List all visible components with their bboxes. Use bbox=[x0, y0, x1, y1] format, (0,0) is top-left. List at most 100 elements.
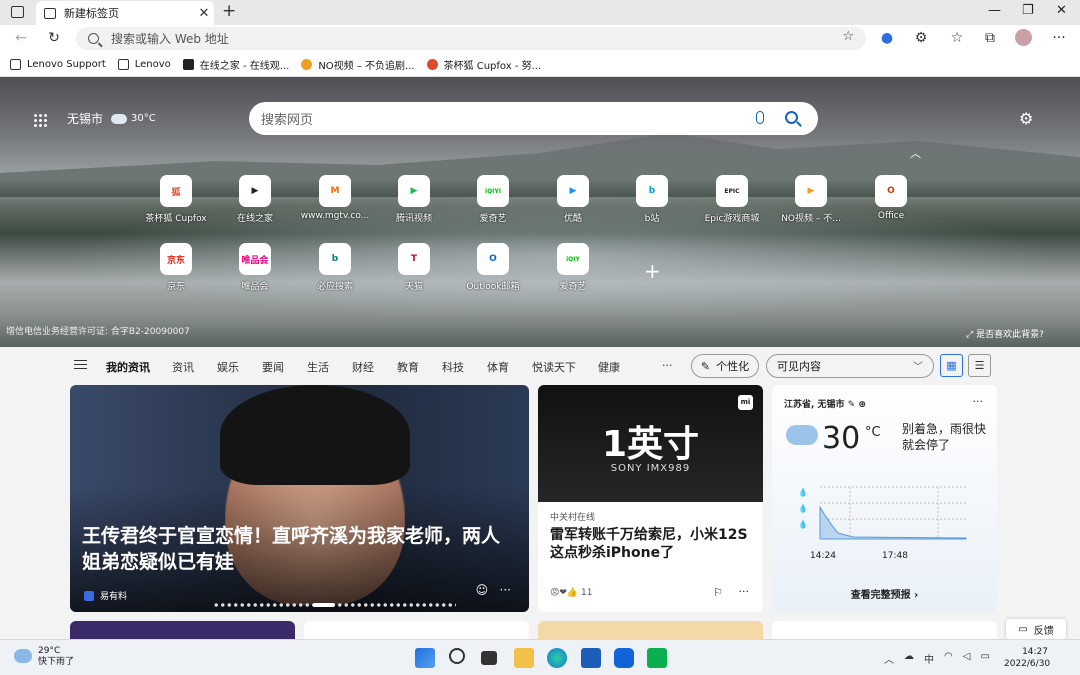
add-favorite-icon[interactable]: ☆ bbox=[842, 29, 854, 44]
news-card-peek[interactable] bbox=[70, 621, 295, 639]
extensions-icon[interactable]: ⚙ bbox=[912, 29, 930, 47]
close-window-button[interactable]: ✕ bbox=[1056, 3, 1067, 18]
weather-location[interactable]: 江苏省, 无锡市 ✎ ⊕ bbox=[784, 397, 866, 410]
new-tab-button[interactable]: + bbox=[222, 1, 236, 21]
refresh-button[interactable]: ↻ bbox=[45, 29, 63, 47]
collapse-chevron-icon[interactable]: ︿ bbox=[910, 145, 921, 161]
favorite-novideo[interactable]: NO视频 – 不负追剧... bbox=[301, 57, 415, 72]
more-categories-button[interactable]: ··· bbox=[662, 359, 673, 372]
tab-my-feed[interactable]: 我的资讯 bbox=[106, 359, 150, 375]
card-more-button[interactable]: ··· bbox=[973, 395, 984, 408]
weather-widget[interactable]: 无锡市 30°C bbox=[67, 110, 156, 127]
back-button[interactable]: ← bbox=[12, 29, 30, 47]
web-search-box[interactable]: 搜索网页 bbox=[249, 102, 818, 135]
personalize-button[interactable]: ✎ 个性化 bbox=[691, 354, 759, 378]
card-more-button[interactable]: ☺ ··· bbox=[476, 583, 511, 597]
quick-link-tile[interactable]: 唯品会 唯品会 bbox=[215, 243, 295, 292]
tab-tech[interactable]: 科技 bbox=[442, 359, 464, 375]
file-explorer-icon[interactable] bbox=[514, 648, 534, 668]
tab-education[interactable]: 教育 bbox=[397, 359, 419, 375]
favorite-lenovo[interactable]: Lenovo bbox=[117, 58, 171, 70]
card-more-button[interactable]: ··· bbox=[739, 585, 750, 598]
tab-life[interactable]: 生活 bbox=[307, 359, 329, 375]
tab-health[interactable]: 健康 bbox=[598, 359, 620, 375]
quick-link-tile[interactable]: iQIYI 爱奇艺 bbox=[453, 175, 533, 224]
ime-indicator[interactable]: 中 bbox=[924, 651, 934, 666]
volume-icon[interactable]: ◁ bbox=[963, 651, 971, 666]
news-card-featured[interactable]: 王传君终于官宣恋情！直呼齐溪为我家老师，两人姐弟恋疑似已有娃 易有料 ☺ ··· bbox=[70, 385, 529, 612]
tab-entertainment[interactable]: 娱乐 bbox=[217, 359, 239, 375]
visible-content-dropdown[interactable]: 可见内容 ﹀ bbox=[766, 354, 934, 378]
add-quick-link-button[interactable]: + bbox=[644, 259, 661, 283]
favorite-lenovo-support[interactable]: Lenovo Support bbox=[10, 58, 106, 70]
quick-link-tile[interactable]: ▶ 优酷 bbox=[533, 175, 613, 224]
grid-view-button[interactable]: ▦ bbox=[940, 354, 963, 377]
carousel-indicator[interactable] bbox=[213, 603, 456, 607]
settings-more-button[interactable]: ··· bbox=[1050, 29, 1068, 47]
feedback-button[interactable]: ▭ 反馈 bbox=[1006, 619, 1066, 639]
task-view-icon[interactable] bbox=[481, 651, 497, 665]
quick-link-tile[interactable]: 京东 京东 bbox=[136, 243, 216, 292]
quick-link-tile[interactable]: O Office bbox=[851, 175, 931, 221]
tab-close-button[interactable]: ✕ bbox=[194, 6, 214, 21]
quick-link-tile[interactable]: iQIY 爱奇艺 bbox=[533, 243, 613, 292]
address-bar[interactable]: 搜索或输入 Web 地址 ☆ bbox=[76, 27, 866, 50]
minimize-button[interactable]: — bbox=[988, 3, 1001, 18]
extension-icon[interactable]: ● bbox=[878, 29, 896, 47]
search-icon[interactable] bbox=[449, 648, 465, 664]
tab-finance[interactable]: 财经 bbox=[352, 359, 374, 375]
favorite-zaixian[interactable]: 在线之家 - 在线观... bbox=[182, 57, 289, 72]
tab-reading[interactable]: 悦读天下 bbox=[532, 359, 576, 375]
battery-icon[interactable]: ▭ bbox=[980, 651, 989, 666]
favorite-cupfox[interactable]: 茶杯狐 Cupfox - 努... bbox=[426, 57, 541, 72]
quick-link-tile[interactable]: O Outlook邮箱 bbox=[453, 243, 533, 292]
tab-headlines[interactable]: 要闻 bbox=[262, 359, 284, 375]
tab-news[interactable]: 资讯 bbox=[172, 359, 194, 375]
store-icon[interactable] bbox=[581, 648, 601, 668]
menu-icon[interactable] bbox=[74, 360, 87, 369]
collections-icon[interactable]: ⧉ bbox=[981, 29, 999, 47]
quick-link-tile[interactable]: EPIC Epic游戏商城 bbox=[692, 175, 772, 224]
edit-icon[interactable]: ✎ bbox=[848, 400, 856, 410]
quick-link-tile[interactable]: b b站 bbox=[612, 175, 692, 224]
cloud-icon[interactable]: ☁ bbox=[904, 651, 914, 666]
tab-actions-icon[interactable] bbox=[11, 6, 24, 18]
taskbar-weather[interactable]: 29°C 快下雨了 bbox=[14, 646, 74, 668]
bookmark-icon[interactable]: ⚐ bbox=[713, 586, 723, 599]
search-icon[interactable] bbox=[785, 111, 798, 124]
gear-icon[interactable]: ⚙ bbox=[1019, 109, 1033, 128]
quick-link-tile[interactable]: Mwww.mgtv.co... bbox=[295, 175, 375, 221]
quick-link-tile[interactable]: ▶ 腾讯视频 bbox=[374, 175, 454, 224]
quick-link-tile[interactable]: 狐茶杯狐 Cupfox bbox=[136, 175, 216, 224]
microphone-icon[interactable] bbox=[756, 111, 764, 124]
wifi-icon[interactable]: ◠ bbox=[944, 651, 953, 666]
quick-link-tile[interactable]: ▶ NO视频 – 不... bbox=[771, 175, 851, 224]
news-card-xiaomi[interactable]: 1英寸 SONY IMX989 mi 中关村在线 雷军转账千万给索尼，小米12S… bbox=[538, 385, 763, 612]
favorites-icon[interactable]: ☆ bbox=[948, 29, 966, 47]
news-headline[interactable]: 雷军转账千万给索尼，小米12S这点秒杀iPhone了 bbox=[550, 526, 755, 562]
maximize-button[interactable]: ❐ bbox=[1022, 3, 1034, 18]
list-view-button[interactable]: ☰ bbox=[968, 354, 991, 377]
news-headline[interactable]: 王传君终于官宣恋情！直呼齐溪为我家老师，两人姐弟恋疑似已有娃 bbox=[82, 523, 512, 575]
app-icon[interactable] bbox=[647, 648, 667, 668]
tab-sports[interactable]: 体育 bbox=[487, 359, 509, 375]
news-card-peek[interactable] bbox=[538, 621, 763, 639]
quick-link-tile[interactable]: T 天猫 bbox=[374, 243, 454, 292]
news-card-peek[interactable] bbox=[772, 621, 997, 639]
reactions[interactable]: 😡❤👍 11 bbox=[550, 588, 592, 598]
full-forecast-link[interactable]: 查看完整预报 › bbox=[772, 586, 997, 601]
news-card-peek[interactable] bbox=[304, 621, 529, 639]
profile-avatar[interactable] bbox=[1015, 29, 1032, 46]
edge-icon[interactable] bbox=[547, 648, 567, 668]
start-button[interactable] bbox=[415, 648, 435, 668]
app-icon[interactable] bbox=[614, 648, 634, 668]
like-background-link[interactable]: ⤢ 是否喜欢此背景? bbox=[966, 327, 1044, 340]
tab-new-tab[interactable]: 新建标签页 ✕ bbox=[36, 1, 214, 25]
quick-link-tile[interactable]: b 必应搜索 bbox=[295, 243, 375, 292]
quick-link-tile[interactable]: ▶ 在线之家 bbox=[215, 175, 295, 224]
weather-card[interactable]: 江苏省, 无锡市 ✎ ⊕ ··· 30 °C 别着急，雨很快就会停了 💧 💧 💧… bbox=[772, 385, 997, 612]
clock[interactable]: 14:27 2022/6/30 bbox=[1004, 646, 1050, 670]
app-launcher-icon[interactable] bbox=[33, 113, 47, 127]
droplet-icon: 💧 bbox=[798, 519, 808, 529]
chevron-up-icon[interactable]: ︿ bbox=[884, 651, 894, 666]
